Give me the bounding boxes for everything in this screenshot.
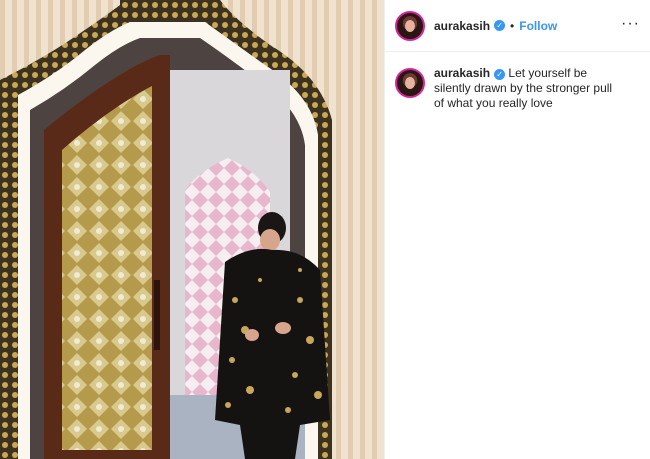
post-image xyxy=(0,0,384,459)
caption-text-block: aurakasih ✓ Let yourself be silently draw… xyxy=(434,66,624,111)
verified-badge-icon: ✓ xyxy=(494,20,506,31)
caption-comment: aurakasih ✓ Let yourself be silently draw… xyxy=(385,52,650,111)
username-link[interactable]: aurakasih xyxy=(434,19,490,33)
caption-username-link[interactable]: aurakasih xyxy=(434,66,490,80)
post-header: aurakasih ✓ • Follow ··· xyxy=(385,0,650,52)
post-side-panel: aurakasih ✓ • Follow ··· aurakasih ✓ Let … xyxy=(384,0,650,459)
more-options-icon[interactable]: ··· xyxy=(621,16,640,32)
avatar[interactable] xyxy=(395,10,425,41)
separator-dot: • xyxy=(510,18,515,33)
caption-avatar[interactable] xyxy=(395,68,425,98)
verified-badge-icon: ✓ xyxy=(494,69,506,80)
post-photo[interactable] xyxy=(0,0,384,459)
follow-button[interactable]: Follow xyxy=(519,19,557,33)
